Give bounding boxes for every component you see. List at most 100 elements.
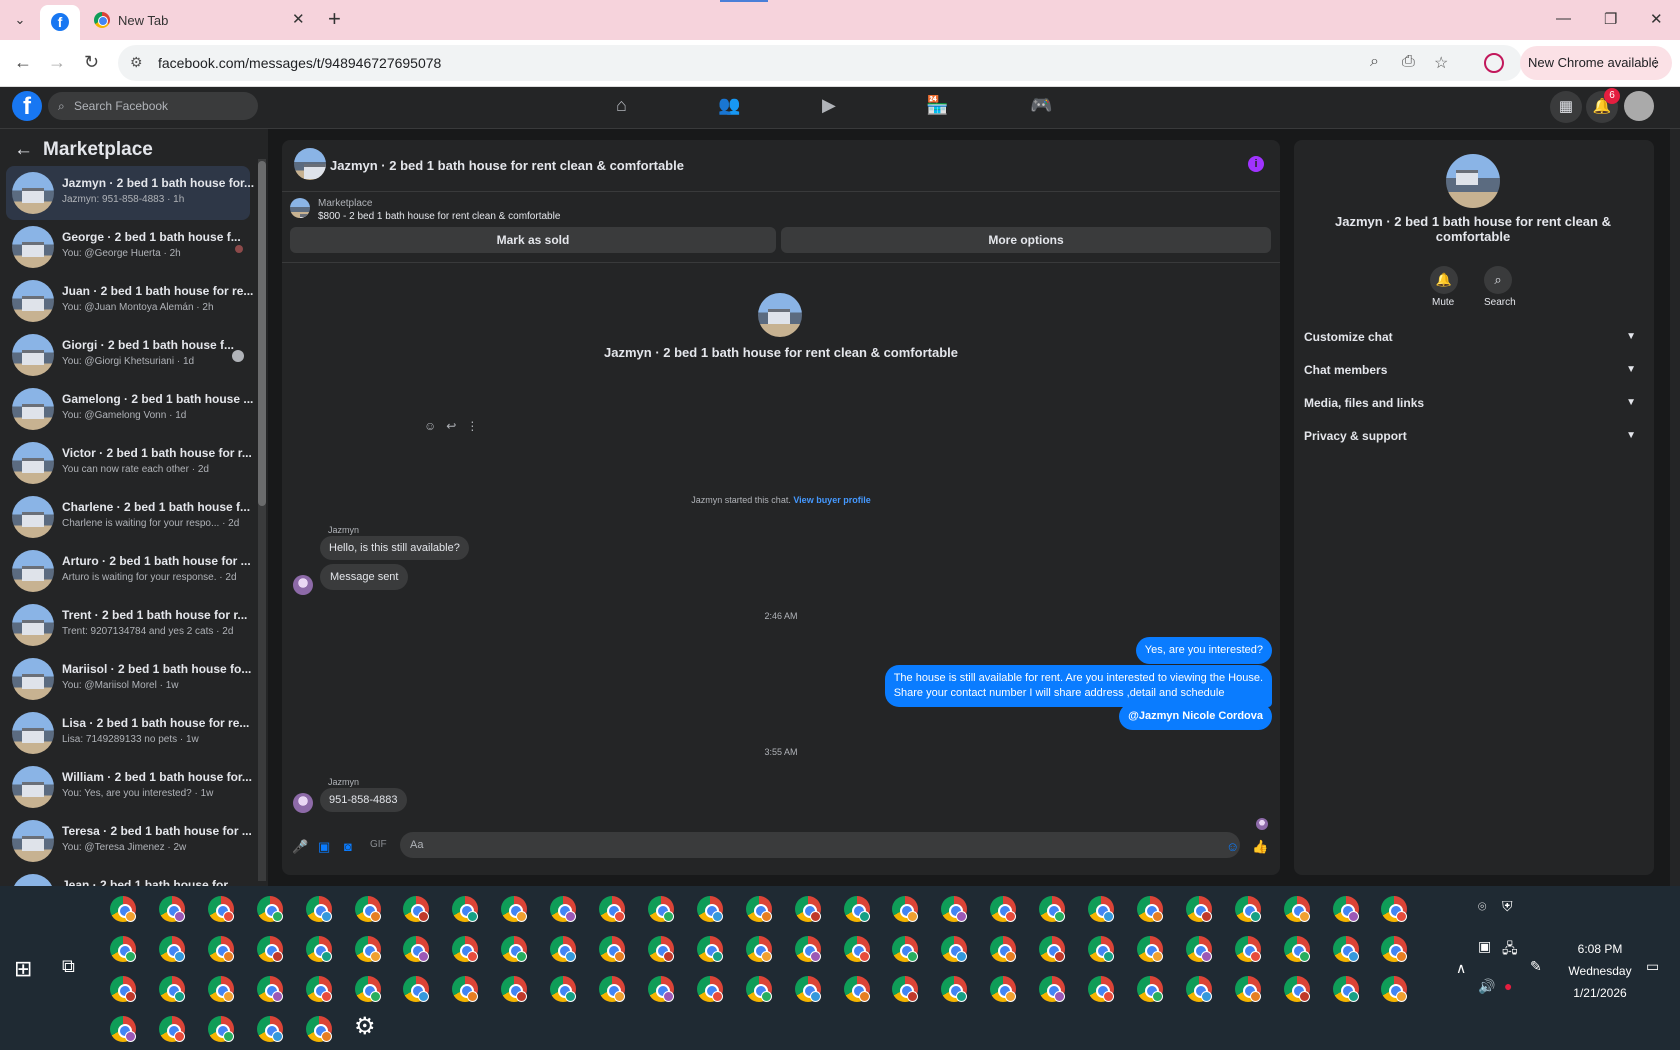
recording-tray-icon[interactable]: ● — [1504, 978, 1512, 994]
chrome-profile-icon[interactable] — [256, 976, 283, 1002]
chat-title[interactable]: Jazmyn · 2 bed 1 bath house for rent cle… — [330, 158, 684, 173]
chrome-profile-icon[interactable] — [501, 976, 528, 1002]
chrome-profile-icon[interactable] — [745, 936, 772, 962]
security-tray-icon[interactable]: ⛨ — [1502, 898, 1513, 915]
chrome-profile-icon[interactable] — [696, 936, 723, 962]
chrome-profile-icon[interactable] — [1185, 936, 1212, 962]
chrome-profile-icon[interactable] — [647, 936, 674, 962]
chrome-profile-icon[interactable] — [305, 936, 332, 962]
message-bubble-incoming[interactable]: 951-858-4883 — [320, 788, 407, 812]
conversation-item[interactable]: Trent · 2 bed 1 bath house for r... Tren… — [6, 598, 250, 652]
info-icon[interactable]: i — [1248, 156, 1264, 172]
chrome-profile-icon[interactable] — [305, 976, 332, 1002]
chrome-profile-icon[interactable] — [256, 1016, 283, 1042]
react-emoji-icon[interactable]: ☺ — [424, 419, 436, 433]
chrome-profile-icon[interactable] — [1234, 936, 1261, 962]
facebook-search-input[interactable]: ⌕ Search Facebook — [48, 92, 258, 120]
chrome-profile-icon[interactable] — [794, 976, 821, 1002]
camera-tray-icon[interactable]: ⌾ — [1478, 898, 1486, 915]
conversation-item[interactable]: Arturo · 2 bed 1 bath house for ... Artu… — [6, 544, 251, 598]
tab-new-tab[interactable]: New Tab ✕ — [84, 5, 314, 35]
close-tab-icon[interactable]: ✕ — [292, 10, 305, 28]
mark-as-sold-button[interactable]: Mark as sold — [290, 227, 776, 253]
chrome-profile-icon[interactable] — [843, 896, 870, 922]
new-tab-plus-icon[interactable]: + — [328, 6, 341, 32]
message-bubble-incoming[interactable]: Message sent — [320, 564, 409, 590]
home-icon[interactable]: ⌂ — [616, 95, 627, 116]
chrome-profile-icon[interactable] — [1088, 976, 1114, 1002]
chrome-profile-icon[interactable] — [1332, 936, 1359, 962]
facebook-logo-icon[interactable]: f — [12, 91, 42, 121]
bookmark-star-icon[interactable]: ☆ — [1434, 53, 1448, 73]
chrome-profile-icon[interactable] — [990, 976, 1017, 1002]
message-bubble-incoming[interactable]: Hello, is this still available? — [320, 536, 469, 560]
zoom-icon[interactable]: ⌕ — [1370, 53, 1379, 71]
chrome-profile-icon[interactable] — [1088, 896, 1114, 922]
chrome-profile-icon[interactable] — [1332, 896, 1359, 922]
chrome-profile-icon[interactable] — [354, 976, 381, 1002]
listing-thumbnail[interactable] — [294, 148, 326, 180]
more-vertical-icon[interactable]: ⋮ — [466, 419, 478, 433]
chrome-profile-icon[interactable] — [501, 936, 528, 962]
chrome-profile-icon[interactable] — [501, 896, 528, 922]
chrome-profile-icon[interactable] — [941, 936, 968, 962]
chrome-profile-icon[interactable] — [696, 976, 723, 1002]
chrome-profile-icon[interactable] — [1136, 976, 1163, 1002]
thumbs-up-icon[interactable]: 👍 — [1252, 839, 1268, 855]
message-bubble-outgoing[interactable]: @Jazmyn Nicole Cordova — [1119, 703, 1272, 730]
conversation-item[interactable]: Lisa · 2 bed 1 bath house for re... Lisa… — [6, 706, 250, 760]
address-bar[interactable]: ⚙ facebook.com/messages/t/94894672769507… — [118, 45, 1522, 81]
settings-gear-icon[interactable]: ⚙ — [354, 1012, 376, 1041]
back-arrow-icon[interactable]: ← — [14, 52, 32, 73]
scrollbar-thumb[interactable] — [258, 161, 266, 506]
chrome-profile-icon[interactable] — [403, 896, 430, 922]
chrome-profile-icon[interactable] — [256, 896, 283, 922]
microphone-icon[interactable]: 🎤 — [292, 839, 308, 855]
chrome-profile-icon[interactable] — [1039, 896, 1066, 922]
reply-icon[interactable]: ↩ — [446, 419, 456, 433]
chrome-profile-icon[interactable] — [794, 936, 821, 962]
chrome-profile-icon[interactable] — [110, 896, 136, 922]
chrome-profile-icon[interactable] — [1234, 896, 1261, 922]
more-options-button[interactable]: More options — [781, 227, 1271, 253]
chrome-profile-icon[interactable] — [941, 976, 968, 1002]
install-app-icon[interactable]: ⎙ — [1402, 53, 1415, 71]
chrome-profile-icon[interactable] — [647, 976, 674, 1002]
profile-icon[interactable] — [1484, 53, 1504, 73]
app-tray-icon[interactable]: ▣ — [1478, 938, 1491, 955]
notifications-icon[interactable]: ▭ — [1646, 958, 1659, 975]
chrome-profile-icon[interactable] — [599, 976, 625, 1002]
chrome-profile-icon[interactable] — [1088, 936, 1114, 962]
view-buyer-profile-link[interactable]: View buyer profile — [793, 495, 870, 505]
conversation-item[interactable]: Giorgi · 2 bed 1 bath house f... You: @G… — [6, 328, 250, 382]
customize-chat-section[interactable]: Customize chat ▼ — [1304, 324, 1644, 350]
chrome-profile-icon[interactable] — [794, 896, 821, 922]
conversation-item[interactable]: Teresa · 2 bed 1 bath house for ... You:… — [6, 814, 252, 868]
conversation-item[interactable]: Gamelong · 2 bed 1 bath house ... You: @… — [6, 382, 253, 436]
gaming-icon[interactable]: 🎮 — [1030, 95, 1052, 116]
chrome-profile-icon[interactable] — [158, 976, 185, 1002]
chrome-profile-icon[interactable] — [1381, 976, 1408, 1002]
sidebar-scrollbar[interactable] — [258, 159, 266, 881]
chrome-profile-icon[interactable] — [354, 936, 381, 962]
search-icon[interactable]: ⌕ — [1484, 266, 1512, 294]
chrome-profile-icon[interactable] — [1381, 936, 1408, 962]
conversation-item[interactable]: Jazmyn · 2 bed 1 bath house for... Jazmy… — [6, 166, 254, 220]
conversation-item[interactable]: George · 2 bed 1 bath house f... You: @G… — [6, 220, 250, 274]
chrome-profile-icon[interactable] — [1381, 896, 1408, 922]
chrome-profile-icon[interactable] — [452, 976, 479, 1002]
message-input[interactable]: Aa — [400, 832, 1240, 858]
chrome-profile-icon[interactable] — [1039, 976, 1066, 1002]
close-window-icon[interactable]: ✕ — [1650, 10, 1663, 28]
chrome-profile-icon[interactable] — [550, 896, 577, 922]
chrome-profile-icon[interactable] — [843, 976, 870, 1002]
gif-icon[interactable]: GIF — [370, 839, 387, 850]
emoji-icon[interactable]: ☺ — [1226, 839, 1239, 854]
chrome-profile-icon[interactable] — [599, 936, 625, 962]
system-clock[interactable]: 6:08 PM Wednesday 1/21/2026 — [1560, 938, 1640, 1004]
chrome-profile-icon[interactable] — [892, 936, 919, 962]
chrome-profile-icon[interactable] — [1283, 896, 1310, 922]
chrome-profile-icon[interactable] — [745, 896, 772, 922]
conversation-item[interactable]: Charlene · 2 bed 1 bath house f... Charl… — [6, 490, 250, 544]
chrome-profile-icon[interactable] — [745, 976, 772, 1002]
